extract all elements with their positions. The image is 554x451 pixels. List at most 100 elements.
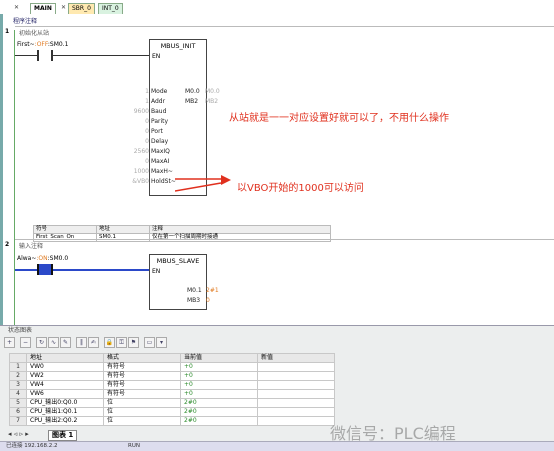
current-value-cell: +0 [180,380,258,390]
sheet-tab[interactable]: 图表 1 [48,430,78,441]
format-cell[interactable]: 有符号 [103,389,181,399]
address-cell[interactable]: CPU_输出0:Q0.0 [26,398,104,408]
new-value-cell[interactable] [257,407,335,417]
network-2[interactable]: 2 输入注释 Alwa~:ON:SM0.0 MBUS_SLAVE EN M0.1… [5,239,554,326]
table-row[interactable]: 1 VW0 有符号 +0 [9,362,335,372]
corner-header [9,353,27,363]
current-value-cell: +0 [180,362,258,372]
pin-label: Mode [151,88,168,95]
editor-tab-bar: MAIN SBR_0 INT_0 ✕ ✕ [0,0,554,15]
address-cell[interactable]: CPU_输出2:Q0.2 [26,416,104,426]
table-row[interactable]: 5 CPU_输出0:Q0.0 位 2#0 [9,398,335,408]
input-value[interactable]: 0 [115,158,149,165]
table-row[interactable]: 6 CPU_输出1:Q0.1 位 2#0 [9,407,335,417]
insert-row-icon[interactable]: + [4,337,15,348]
input-value[interactable]: 0 [115,118,149,125]
refresh-icon[interactable]: ↻ [36,337,47,348]
contact-label: Alwa~:ON:SM0.0 [17,255,69,262]
program-comment[interactable]: 程序注释 [13,16,37,25]
address-cell[interactable]: VW4 [26,380,104,390]
pin-label: MaxH~ [151,168,173,175]
new-value-column-header: 新值 [257,353,335,363]
format-cell[interactable]: 有符号 [103,371,181,381]
contact-label: First~:OFF:SM0.1 [17,41,69,48]
read-icon[interactable]: ▭ [144,337,155,348]
pin-label: Baud [151,108,167,115]
format-cell[interactable]: 有符号 [103,362,181,372]
rung-wire [53,55,149,56]
symbol-header: 符号 [33,225,97,234]
input-value[interactable]: 9600 [115,108,149,115]
format-cell[interactable]: 有符号 [103,380,181,390]
current-value-cell: +0 [180,371,258,381]
input-value[interactable]: 0 [115,128,149,135]
options-icon[interactable]: ▾ [156,337,167,348]
output-address[interactable]: M0.0 [185,88,200,95]
status-chart-panel: 状态图表 + − ↻ ∿ ✎ ‖ ✍ 🔒 ⚿ ⚑ ▭ ▾ 地址 格式 当前值 新… [0,325,554,451]
close-icon[interactable]: ✕ [14,4,19,11]
table-row[interactable]: 2 VW2 有符号 +0 [9,371,335,381]
write-icon[interactable]: ✍ [88,337,99,348]
input-value[interactable]: 0 [115,138,149,145]
network-comment[interactable]: 输入注释 [19,241,43,250]
watermark: 微信号：PLC编程 [330,424,456,443]
format-cell[interactable]: 位 [103,407,181,417]
lock-icon[interactable]: 🔒 [104,337,115,348]
current-value-cell: 2#0 [180,398,258,408]
table-row[interactable]: 3 VW4 有符号 +0 [9,380,335,390]
new-value-cell[interactable] [257,362,335,372]
output-address[interactable]: MB3 [187,297,200,304]
network-number: 2 [5,241,10,248]
tab-sbr0[interactable]: SBR_0 [68,3,95,14]
new-value-cell[interactable] [257,398,335,408]
network-1[interactable]: 1 初始化从站 First~:OFF:SM0.1 MBUS_INIT EN 1 … [5,26,554,249]
pin-label: Addr [151,98,166,105]
new-value-cell[interactable] [257,389,335,399]
address-cell[interactable]: VW0 [26,362,104,372]
annotation-vb-note: 以VBO开始的1000可以访问 [237,183,364,194]
block-title: MBUS_INIT [160,42,196,50]
contact-symbol[interactable] [37,264,53,275]
output-address[interactable]: M0.1 [187,287,202,294]
input-value[interactable]: 1 [115,88,149,95]
sheet-nav-arrows[interactable]: ◂ ◃ ▹ ▸ [8,430,29,438]
rung-wire [53,269,149,271]
new-value-cell[interactable] [257,371,335,381]
address-column-header: 地址 [26,353,104,363]
format-cell[interactable]: 位 [103,416,181,426]
force-icon[interactable]: ⚑ [128,337,139,348]
input-value[interactable]: &VB0 [115,178,149,185]
ladder-editor[interactable]: 程序注释 1 初始化从站 First~:OFF:SM0.1 MBUS_INIT … [0,14,554,338]
pause-icon[interactable]: ‖ [76,337,87,348]
pin-label: Delay [151,138,169,145]
input-value[interactable]: 1 [115,98,149,105]
close-icon[interactable]: ✕ [61,4,66,11]
rung-wire [15,55,37,56]
trend-icon[interactable]: ∿ [48,337,59,348]
tab-main[interactable]: MAIN [30,3,56,14]
unlock-icon[interactable]: ⚿ [116,337,127,348]
tab-int0[interactable]: INT_0 [98,3,123,14]
pin-label: Parity [151,118,169,125]
delete-row-icon[interactable]: − [20,337,31,348]
address-cell[interactable]: VW6 [26,389,104,399]
output-value: 0 [206,297,210,304]
contact-symbol[interactable] [37,50,39,61]
output-value: MB2 [205,98,219,105]
input-value[interactable]: 2560 [115,148,149,155]
format-column-header: 格式 [103,353,181,363]
current-value-column-header: 当前值 [180,353,258,363]
format-cell[interactable]: 位 [103,398,181,408]
new-value-cell[interactable] [257,416,335,426]
address-cell[interactable]: VW2 [26,371,104,381]
network-comment[interactable]: 初始化从站 [19,28,49,37]
table-row[interactable]: 4 VW6 有符号 +0 [9,389,335,399]
input-value[interactable]: 1000 [115,168,149,175]
annotation-slave-note: 从站就是一一对应设置好就可以了，不用什么操作 [229,113,449,124]
address-cell[interactable]: CPU_输出1:Q0.1 [26,407,104,417]
new-value-cell[interactable] [257,380,335,390]
table-row[interactable]: 7 CPU_输出2:Q0.2 位 2#0 [9,416,335,426]
edit-icon[interactable]: ✎ [60,337,71,348]
output-address[interactable]: MB2 [185,98,198,105]
output-value: 2#1 [206,287,219,294]
